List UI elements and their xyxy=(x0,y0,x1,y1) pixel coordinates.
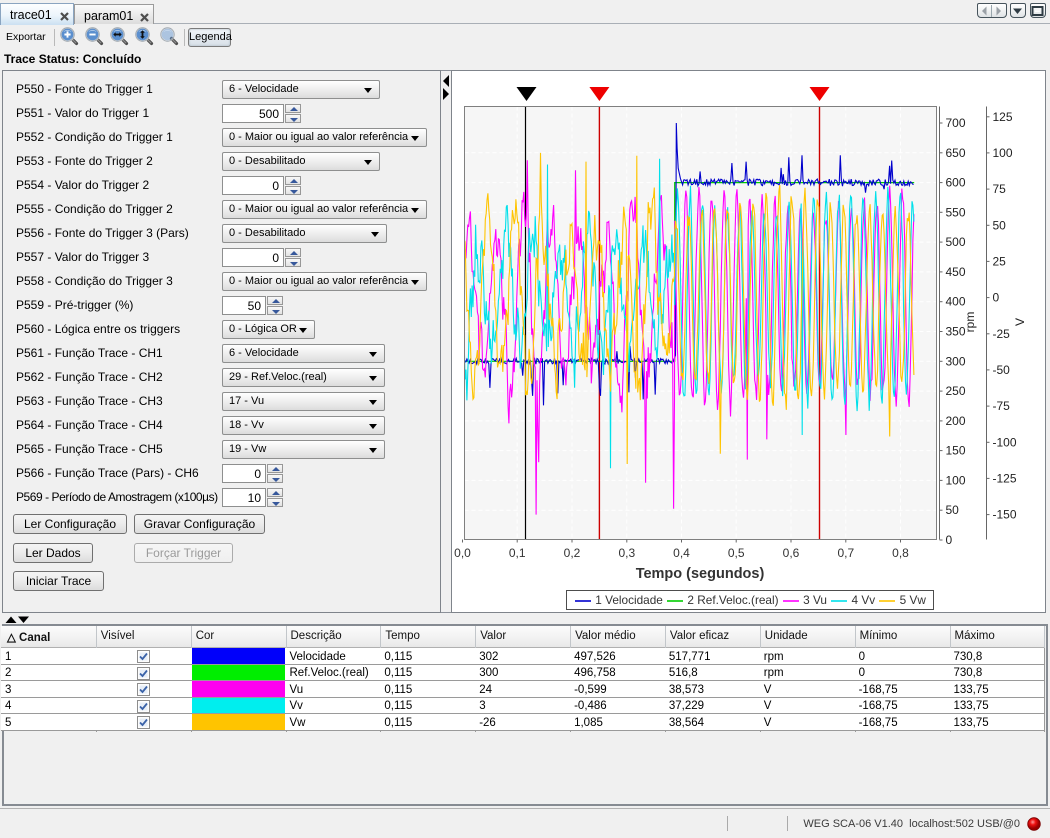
svg-text:300: 300 xyxy=(946,354,966,368)
svg-text:-150: -150 xyxy=(993,508,1017,522)
svg-text:125: 125 xyxy=(993,110,1013,124)
svg-text:600: 600 xyxy=(946,176,966,190)
svg-text:25: 25 xyxy=(993,254,1007,268)
svg-text:0: 0 xyxy=(993,291,1000,305)
svg-text:Tempo (segundos): Tempo (segundos) xyxy=(636,566,765,582)
svg-text:75: 75 xyxy=(993,182,1007,196)
svg-text:-50: -50 xyxy=(993,363,1011,377)
svg-text:50: 50 xyxy=(946,503,960,517)
svg-text:700: 700 xyxy=(946,116,966,130)
svg-text:150: 150 xyxy=(946,444,966,458)
svg-text:0,7: 0,7 xyxy=(837,546,854,560)
svg-text:0,4: 0,4 xyxy=(673,546,690,560)
svg-text:V: V xyxy=(1013,318,1027,326)
svg-text:500: 500 xyxy=(946,235,966,249)
svg-text:550: 550 xyxy=(946,205,966,219)
svg-text:-75: -75 xyxy=(993,399,1011,413)
svg-text:100: 100 xyxy=(946,473,966,487)
svg-text:rpm: rpm xyxy=(963,312,977,333)
svg-text:0,1: 0,1 xyxy=(509,546,526,560)
svg-text:0,8: 0,8 xyxy=(892,546,909,560)
svg-text:450: 450 xyxy=(946,265,966,279)
svg-text:0: 0 xyxy=(946,533,953,547)
svg-text:-100: -100 xyxy=(993,435,1017,449)
svg-text:50: 50 xyxy=(993,218,1007,232)
svg-text:250: 250 xyxy=(946,384,966,398)
svg-text:-125: -125 xyxy=(993,471,1017,485)
svg-text:0,3: 0,3 xyxy=(618,546,635,560)
svg-text:0,5: 0,5 xyxy=(728,546,745,560)
svg-text:100: 100 xyxy=(993,146,1013,160)
svg-text:0,0: 0,0 xyxy=(454,546,471,560)
svg-text:200: 200 xyxy=(946,414,966,428)
svg-text:0,2: 0,2 xyxy=(564,546,581,560)
svg-text:0,6: 0,6 xyxy=(783,546,800,560)
svg-text:-25: -25 xyxy=(993,327,1011,341)
svg-text:650: 650 xyxy=(946,146,966,160)
svg-text:400: 400 xyxy=(946,295,966,309)
